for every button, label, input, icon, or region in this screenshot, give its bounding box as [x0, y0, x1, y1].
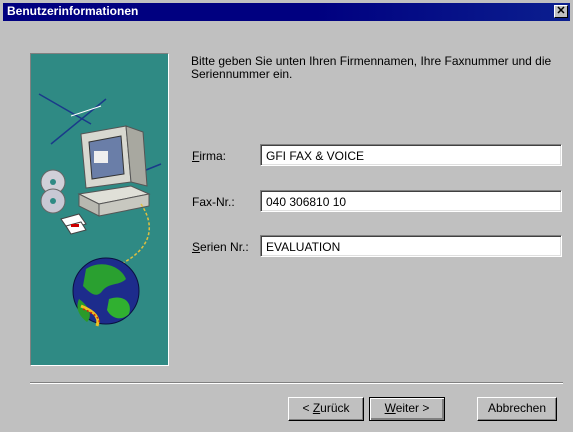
back-button[interactable]: < Zurück — [288, 397, 364, 421]
serial-label: Serien Nr.: — [192, 240, 249, 254]
cancel-button[interactable]: Abbrechen — [477, 397, 557, 421]
setup-dialog: Benutzerinformationen ✕ Bitte geben Sie … — [0, 0, 573, 432]
title-bar[interactable]: Benutzerinformationen ✕ — [3, 3, 570, 21]
next-button[interactable]: Weiter > — [369, 397, 445, 421]
instructions-text: Bitte geben Sie unten Ihren Firmennamen,… — [191, 54, 552, 81]
serial-number-field[interactable]: EVALUATION — [260, 235, 562, 257]
fax-label: Fax-Nr.: — [192, 195, 235, 209]
fax-number-field[interactable]: 040 306810 10 — [260, 190, 562, 212]
close-icon: ✕ — [556, 5, 566, 17]
company-field[interactable]: GFI FAX & VOICE — [260, 144, 562, 166]
computer-globe-illustration — [38, 93, 162, 327]
company-label: Firma: — [192, 149, 227, 163]
wizard-illustration — [30, 53, 169, 366]
window-title: Benutzerinformationen — [7, 4, 139, 18]
close-button[interactable]: ✕ — [554, 5, 568, 18]
button-separator — [30, 382, 563, 384]
